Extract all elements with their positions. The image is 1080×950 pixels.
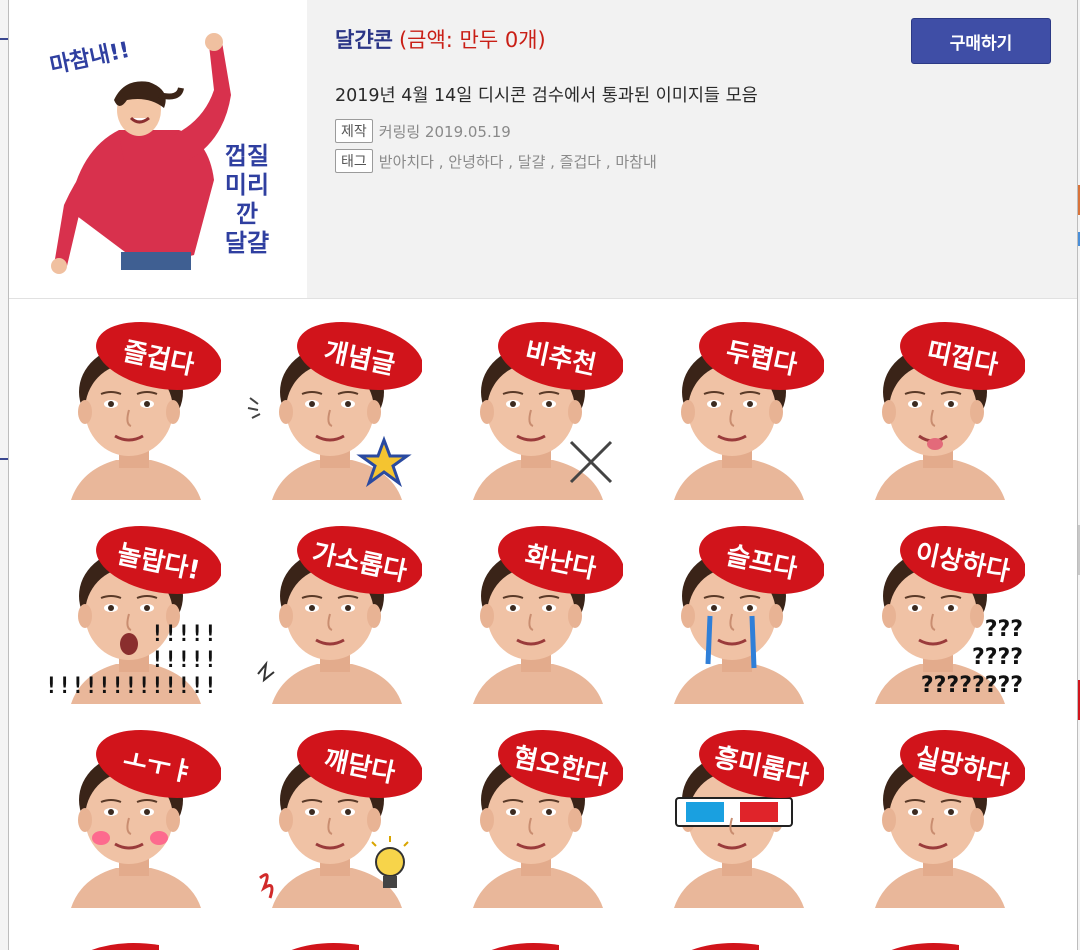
thumbnail-line: 미리 (224, 171, 270, 199)
emoticon-item[interactable]: 두렵다 (644, 320, 824, 500)
product-title-row: 달갼콘 (금액: 만두 0개) (335, 24, 546, 54)
maker-row: 제작 커링링 2019.05.19 (335, 119, 511, 143)
question-marks: ??????????????? (920, 617, 1023, 698)
emoticon-item[interactable]: 이상하다??????????????? (845, 524, 1025, 704)
emoticon-item[interactable]: ㅗㅜㅑ (41, 728, 221, 908)
thumbnail-line: 껍질 (224, 142, 270, 170)
next-row-caps (91, 943, 959, 950)
exclaim-marks: !!!!!!!!!!!!!!!!!!!!!!!!! (41, 622, 217, 699)
product-price: (금액: 만두 0개) (398, 28, 546, 52)
thumbnail-caption-side: 껍질 미리 깐 달걀 (215, 142, 279, 258)
emoticon-item[interactable]: 흥미롭다 (644, 728, 824, 908)
dccon-detail-popup: 마참내!! 껍질 미리 깐 달걀 달갼콘 (금액: 만두 0개) 구매하기 201… (8, 0, 1078, 950)
product-info: 달갼콘 (금액: 만두 0개) 구매하기 2019년 4월 14일 디시콘 검수에… (335, 0, 1077, 298)
buy-button[interactable]: 구매하기 (911, 18, 1051, 64)
maker-label: 제작 (335, 119, 373, 143)
emoticon-item[interactable]: 실망하다 (845, 728, 1025, 908)
emoticon-item[interactable]: 혐오한다 (443, 728, 623, 908)
emoticon-item[interactable]: 깨닫다 (242, 728, 422, 908)
next-row-peek (9, 936, 1077, 950)
product-description: 2019년 4월 14일 디시콘 검수에서 통과된 이미지들 모음 (335, 86, 758, 106)
thumbnail-line: 깐 (235, 200, 259, 228)
emoticon-item[interactable]: 띠껍다 (845, 320, 1025, 500)
product-thumbnail: 마참내!! 껍질 미리 깐 달걀 (9, 0, 307, 298)
tags-value[interactable]: 받아치다 , 안녕하다 , 달걀 , 즐겁다 , 마참내 (379, 151, 657, 172)
emoticon-item[interactable]: 비추천 (443, 320, 623, 500)
emoticon-item[interactable]: 즐겁다 (41, 320, 221, 500)
emoticon-item[interactable]: 화난다 (443, 524, 623, 704)
product-title: 달갼콘 (335, 28, 393, 52)
maker-value[interactable]: 커링링 2019.05.19 (379, 121, 511, 142)
emoticon-item[interactable]: 놀랍다!!!!!!!!!!!!!!!!!!!!!!!!!! (41, 524, 221, 704)
thumbnail-line: 달걀 (224, 229, 270, 257)
tags-row: 태그 받아치다 , 안녕하다 , 달걀 , 즐겁다 , 마참내 (335, 149, 657, 173)
emoticon-item[interactable]: 가소롭다 (242, 524, 422, 704)
emoticon-item[interactable]: 개념글 (242, 320, 422, 500)
emoticon-item[interactable]: 슬프다 (644, 524, 824, 704)
tags-label: 태그 (335, 149, 373, 173)
product-header: 마참내!! 껍질 미리 깐 달걀 달갼콘 (금액: 만두 0개) 구매하기 201… (9, 0, 1077, 299)
